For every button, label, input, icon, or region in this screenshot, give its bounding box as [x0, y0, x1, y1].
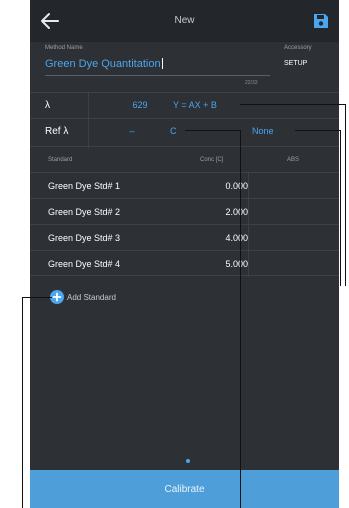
- method-name-underline: [45, 75, 270, 76]
- divider: [88, 92, 89, 148]
- divider: [248, 199, 249, 225]
- standard-name: Green Dye Std# 1: [48, 181, 121, 191]
- character-counter: 22/33: [245, 80, 258, 86]
- accessory-label: Accessory: [284, 45, 312, 51]
- table-header: Standard Conc [C] ABS: [30, 150, 339, 172]
- standard-name: Green Dye Std# 3: [48, 233, 121, 243]
- reference-wavelength-value[interactable]: –: [125, 126, 139, 136]
- callout-line: [345, 104, 346, 286]
- page-indicator-dot: [186, 459, 190, 463]
- divider: [248, 251, 249, 277]
- callout-line: [185, 130, 241, 131]
- standard-conc[interactable]: 4.000: [180, 233, 248, 243]
- page: New Method Name Green Dye Quantitation 2…: [0, 0, 349, 508]
- method-name-input[interactable]: Green Dye Quantitation: [45, 58, 163, 70]
- add-standard-label: Add Standard: [67, 292, 116, 302]
- divider: [30, 146, 339, 147]
- callout-line: [295, 130, 341, 131]
- second-variable-selector[interactable]: None: [252, 126, 274, 136]
- standard-conc[interactable]: 5.000: [180, 259, 248, 269]
- table-row[interactable]: Green Dye Std# 4 5.000: [30, 250, 339, 277]
- reference-wavelength-label: Ref λ: [45, 126, 69, 137]
- callout-line: [22, 297, 23, 508]
- callout-line: [340, 130, 341, 286]
- callout-line: [240, 130, 241, 508]
- column-header-standard: Standard: [48, 157, 73, 163]
- column-header-abs: ABS: [287, 157, 300, 163]
- divider: [30, 92, 339, 93]
- calibrate-button[interactable]: Calibrate: [30, 470, 339, 508]
- page-title: New: [174, 15, 195, 26]
- callout-line: [240, 104, 346, 105]
- wavelength-value[interactable]: 629: [120, 100, 160, 110]
- standard-conc[interactable]: 2.000: [180, 207, 248, 217]
- divider: [248, 173, 249, 199]
- save-button[interactable]: [313, 13, 329, 29]
- accessory-setup-button[interactable]: SETUP: [284, 60, 307, 67]
- standard-conc[interactable]: 0.000: [180, 181, 248, 191]
- column-variable[interactable]: C: [170, 126, 177, 136]
- text-cursor: [161, 58, 163, 69]
- save-floppy-icon: [314, 14, 328, 28]
- table-row[interactable]: Green Dye Std# 3 4.000: [30, 224, 339, 251]
- add-standard-button[interactable]: Add Standard: [50, 289, 116, 305]
- method-name-label: Method Name: [45, 45, 83, 51]
- equation-selector[interactable]: Y = AX + B: [173, 100, 217, 110]
- app-screen: New Method Name Green Dye Quantitation 2…: [30, 0, 339, 508]
- wavelength-label: λ: [45, 100, 50, 111]
- column-header-conc: Conc [C]: [200, 157, 224, 163]
- method-name-text: Green Dye Quantitation: [45, 58, 161, 70]
- divider: [30, 118, 339, 119]
- divider: [248, 225, 249, 251]
- callout-line: [22, 297, 52, 298]
- table-row[interactable]: Green Dye Std# 2 2.000: [30, 198, 339, 225]
- calibrate-label: Calibrate: [164, 483, 205, 495]
- top-bar: New: [30, 0, 339, 42]
- plus-circle-icon: [50, 290, 64, 304]
- standard-name: Green Dye Std# 2: [48, 207, 121, 217]
- standard-name: Green Dye Std# 4: [48, 259, 121, 269]
- table-row[interactable]: Green Dye Std# 1 0.000: [30, 172, 339, 199]
